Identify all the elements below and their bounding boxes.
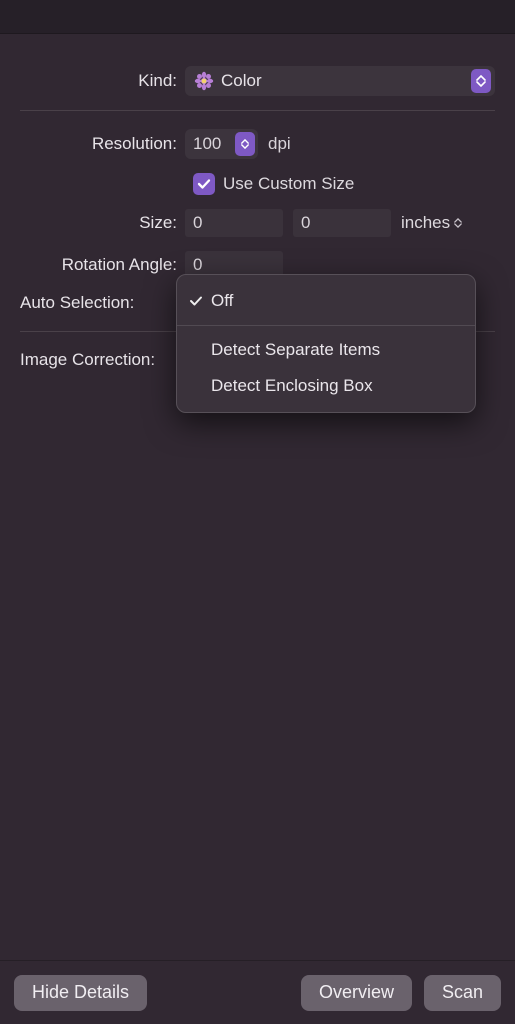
resolution-input[interactable] bbox=[185, 130, 235, 158]
chevron-updown-icon bbox=[454, 218, 462, 228]
menu-separator bbox=[177, 325, 475, 326]
flower-icon bbox=[193, 70, 215, 92]
row-size: Size: inches bbox=[20, 209, 495, 237]
size-unit-select[interactable]: inches bbox=[401, 213, 462, 233]
divider bbox=[20, 110, 495, 111]
scan-button[interactable]: Scan bbox=[424, 975, 501, 1011]
row-kind: Kind: bbox=[20, 66, 495, 96]
image-correction-label: Image Correction: bbox=[20, 350, 163, 370]
checkmark-icon bbox=[189, 293, 203, 313]
row-use-custom-size: Use Custom Size bbox=[193, 173, 495, 195]
menu-item-detect-enclosing[interactable]: Detect Enclosing Box bbox=[177, 368, 475, 404]
menu-item-label: Detect Enclosing Box bbox=[211, 376, 373, 395]
kind-value: Color bbox=[221, 71, 262, 91]
resolution-unit: dpi bbox=[268, 134, 291, 154]
auto-selection-label: Auto Selection: bbox=[20, 293, 142, 313]
overview-button[interactable]: Overview bbox=[301, 975, 412, 1011]
window-titlebar bbox=[0, 0, 515, 34]
menu-item-label: Off bbox=[211, 291, 233, 310]
menu-item-detect-separate[interactable]: Detect Separate Items bbox=[177, 332, 475, 368]
footer-toolbar: Hide Details Overview Scan bbox=[0, 960, 515, 1024]
stepper-icon bbox=[471, 69, 491, 93]
hide-details-button[interactable]: Hide Details bbox=[14, 975, 147, 1011]
size-width-input[interactable] bbox=[185, 209, 283, 237]
size-label: Size: bbox=[20, 213, 185, 233]
stepper-icon[interactable] bbox=[235, 132, 255, 156]
menu-item-label: Detect Separate Items bbox=[211, 340, 380, 359]
kind-dropdown[interactable]: Color bbox=[185, 66, 495, 96]
kind-label: Kind: bbox=[20, 71, 185, 91]
rotation-label: Rotation Angle: bbox=[20, 255, 185, 275]
row-resolution: Resolution: dpi bbox=[20, 129, 495, 159]
resolution-label: Resolution: bbox=[20, 134, 185, 154]
auto-selection-menu: Off Detect Separate Items Detect Enclosi… bbox=[176, 274, 476, 413]
menu-item-off[interactable]: Off bbox=[177, 283, 475, 319]
use-custom-size-label: Use Custom Size bbox=[223, 174, 354, 194]
use-custom-size-checkbox[interactable] bbox=[193, 173, 215, 195]
size-unit-label: inches bbox=[401, 213, 450, 233]
size-height-input[interactable] bbox=[293, 209, 391, 237]
